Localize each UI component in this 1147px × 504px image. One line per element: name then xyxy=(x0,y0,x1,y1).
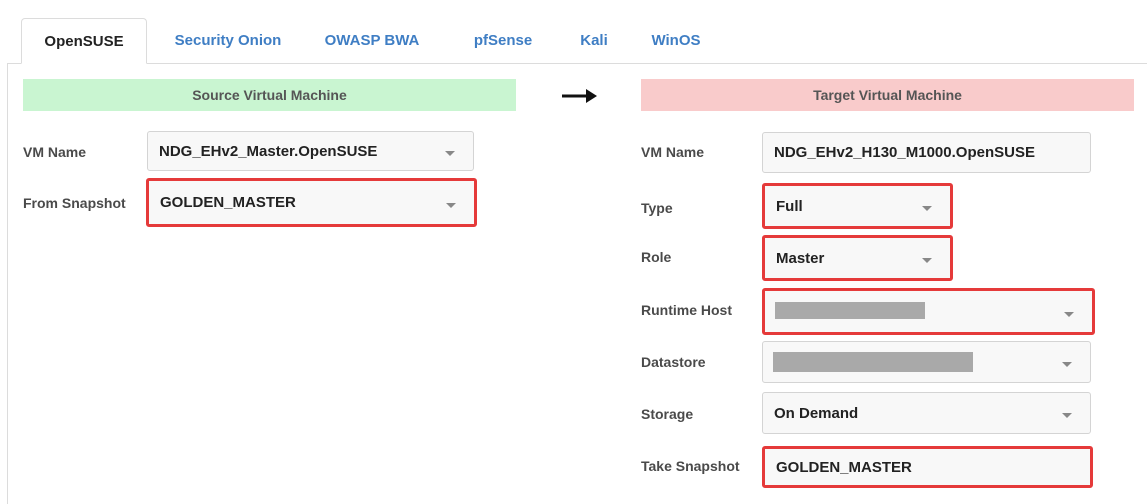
target-runtime-host-select[interactable] xyxy=(762,288,1095,335)
source-vm-name-select[interactable]: NDG_EHv2_Master.OpenSUSE xyxy=(147,131,474,171)
source-vm-header: Source Virtual Machine xyxy=(23,79,516,111)
target-vm-name-input[interactable]: NDG_EHv2_H130_M1000.OpenSUSE xyxy=(762,132,1091,173)
target-role-value: Master xyxy=(776,249,825,267)
target-role-select[interactable]: Master xyxy=(762,235,953,281)
tab-divider xyxy=(7,63,1147,64)
caret-down-icon xyxy=(1062,413,1072,418)
panel-border xyxy=(7,63,8,504)
source-snapshot-value: GOLDEN_MASTER xyxy=(160,194,296,211)
target-vm-name-value: NDG_EHv2_H130_M1000.OpenSUSE xyxy=(774,144,1035,161)
target-datastore-select[interactable] xyxy=(762,341,1091,383)
source-vm-name-value: NDG_EHv2_Master.OpenSUSE xyxy=(159,142,378,160)
source-snapshot-select[interactable]: GOLDEN_MASTER xyxy=(146,178,477,227)
caret-down-icon xyxy=(445,151,455,156)
target-take-snapshot-value: GOLDEN_MASTER xyxy=(776,458,912,476)
target-type-label: Type xyxy=(641,200,673,216)
tab-opensuse[interactable]: OpenSUSE xyxy=(21,18,147,64)
caret-down-icon xyxy=(1062,362,1072,367)
target-take-snapshot-label: Take Snapshot xyxy=(641,458,740,474)
target-storage-value: On Demand xyxy=(774,404,859,422)
tab-security-onion[interactable]: Security Onion xyxy=(158,18,298,64)
right-arrow-icon xyxy=(562,89,597,103)
tab-owasp-bwa[interactable]: OWASP BWA xyxy=(315,18,429,64)
caret-down-icon xyxy=(922,206,932,211)
tab-pfsense[interactable]: pfSense xyxy=(462,18,544,64)
caret-down-icon xyxy=(922,258,932,263)
source-snapshot-label: From Snapshot xyxy=(23,195,126,211)
target-datastore-label: Datastore xyxy=(641,354,706,370)
source-vm-name-label: VM Name xyxy=(23,144,87,160)
redacted-value xyxy=(775,302,925,319)
redacted-value xyxy=(773,352,973,372)
target-runtime-host-label: Runtime Host xyxy=(641,302,732,318)
tab-winos[interactable]: WinOS xyxy=(643,18,709,64)
caret-down-icon xyxy=(1064,311,1074,317)
tab-kali[interactable]: Kali xyxy=(570,18,618,64)
target-storage-label: Storage xyxy=(641,406,694,422)
target-vm-header: Target Virtual Machine xyxy=(641,79,1134,111)
caret-down-icon xyxy=(446,202,456,208)
target-take-snapshot-input[interactable]: GOLDEN_MASTER xyxy=(762,446,1093,488)
target-storage-select[interactable]: On Demand xyxy=(762,392,1091,434)
target-vm-name-label: VM Name xyxy=(641,144,705,160)
target-type-value: Full xyxy=(776,197,803,215)
target-type-select[interactable]: Full xyxy=(762,183,953,229)
target-role-label: Role xyxy=(641,249,672,265)
